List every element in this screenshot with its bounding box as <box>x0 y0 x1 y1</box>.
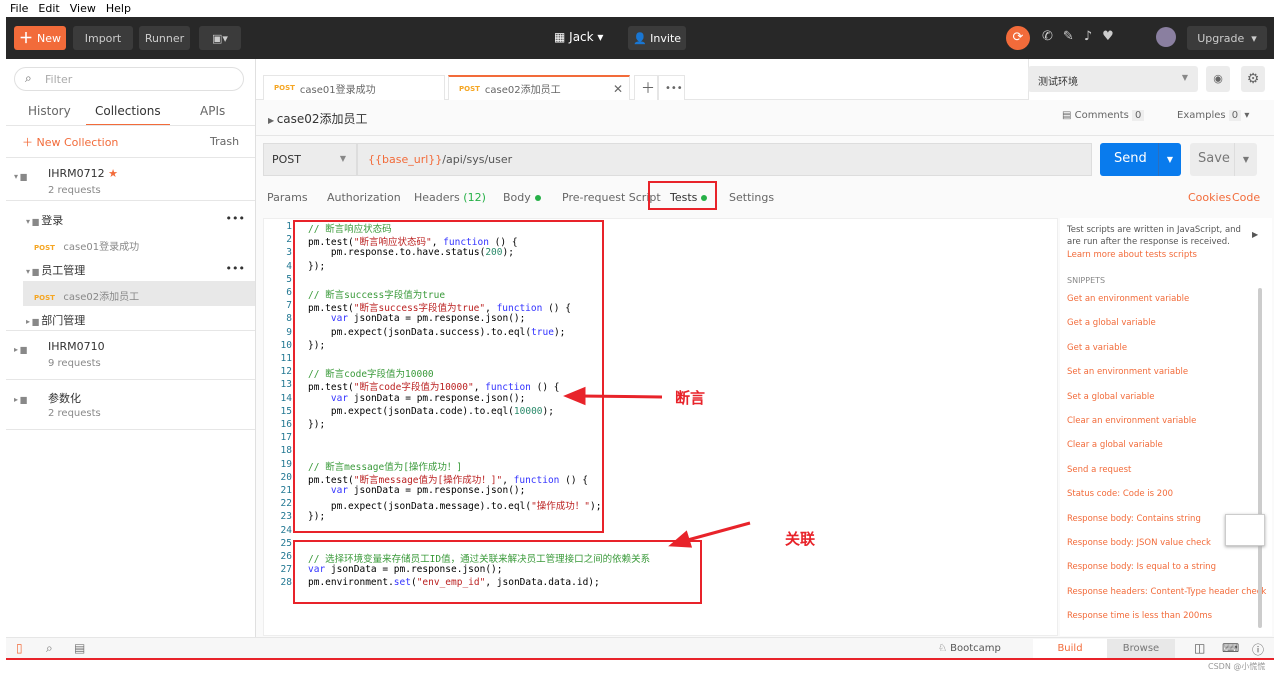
annotation-arrows <box>563 386 751 548</box>
two-pane-icon[interactable]: ◫ <box>1194 641 1205 655</box>
build-tab[interactable]: Build <box>1033 639 1107 658</box>
help-icon[interactable]: ⓘ <box>1252 641 1264 658</box>
browse-tab[interactable]: Browse <box>1107 639 1175 658</box>
watermark: CSDN @小慌慌 <box>1208 662 1266 671</box>
bootcamp-label: Bootcamp <box>950 643 1001 654</box>
status-bar: ▯ ⌕ ▤ ♘ Bootcamp Build Browse ◫ ⌨ ⓘ <box>6 637 1274 660</box>
arrow-assert-head <box>563 386 586 406</box>
arrow-relate-head <box>668 530 693 548</box>
arrow-assert <box>579 394 663 399</box>
annotation-relate-label: 关联 <box>785 530 816 548</box>
annotation-assert-label: 断言 <box>675 389 706 407</box>
sidebar-toggle-icon[interactable]: ▯ <box>16 641 23 655</box>
console-icon[interactable]: ▤ <box>74 641 85 655</box>
keyboard-icon[interactable]: ⌨ <box>1222 641 1239 655</box>
bootcamp-icon: ♘ <box>938 643 951 654</box>
floating-thumbnail[interactable] <box>1225 514 1265 546</box>
bootcamp-button[interactable]: ♘ Bootcamp <box>938 643 1001 654</box>
find-icon[interactable]: ⌕ <box>46 641 53 656</box>
arrow-relate <box>683 521 751 543</box>
